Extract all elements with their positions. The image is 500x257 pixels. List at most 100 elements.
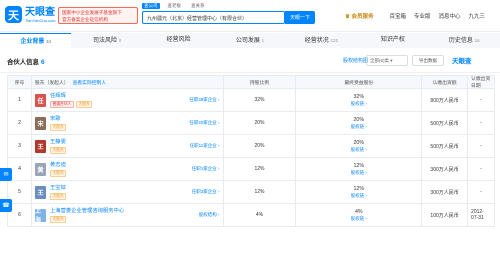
shareholder-cell: 王 王静雯 大股东 任职11家企业 › [32, 135, 224, 157]
subscribed-date: - [468, 158, 495, 180]
avatar[interactable]: 任 [34, 93, 46, 107]
benefit-cell: 12% 股权链 › [296, 181, 423, 203]
subscribed-amount: 300万人民币 [422, 181, 469, 203]
holding-ratio: 20% [224, 112, 297, 134]
subscribed-amount: 500万人民币 [422, 135, 469, 157]
search-tab-relation[interactable]: 查关系 [189, 3, 207, 9]
tab-legal-risk[interactable]: 司法风险 0 [71, 33, 142, 48]
avatar[interactable]: 宋 [34, 116, 46, 130]
related-companies-link[interactable]: 任职11家企业 › [190, 143, 220, 149]
benefit-cell: 12% 股权链 › [296, 158, 423, 180]
benefit-ratio: 32% [353, 93, 365, 100]
subscribed-date: - [468, 89, 495, 111]
equity-chain-link[interactable]: 股权链 › [351, 147, 367, 153]
export-button[interactable]: 导出数据 [412, 55, 444, 66]
holding-ratio: 32% [224, 89, 297, 111]
avatar[interactable]: 王 [34, 139, 46, 153]
holding-ratio: 12% [224, 181, 297, 203]
tab-development[interactable]: 公司发展 1 [214, 33, 285, 48]
subscribed-amount: 300万人民币 [422, 158, 469, 180]
avatar[interactable]: 上海 [34, 208, 46, 224]
partner-table: 序号 股东（发起人） 查看实际控制人 持股比例 最终受益股份 认缴出资额 认缴出资… [7, 75, 495, 227]
col-benefit: 最终受益股份 [296, 76, 423, 88]
app-link[interactable]: 百宝箱 [389, 12, 406, 20]
equity-chain-link[interactable]: 股权链 › [351, 216, 367, 222]
related-companies-link[interactable]: 任职20家企业 › [189, 120, 219, 126]
brand-watermark: 天眼查 [452, 58, 472, 65]
user-menu[interactable]: 九九三 [469, 12, 486, 20]
col-shareholder: 股东（发起人） 查看实际控制人 [31, 76, 224, 88]
top-header: 天 天眼查 TianYanCha.com 国家中小企业发展子基金旗下 官方备案企… [0, 0, 500, 32]
shareholder-name[interactable]: 王静雯 [50, 139, 68, 146]
equity-chain-link[interactable]: 股权链 › [351, 193, 367, 199]
table-header: 序号 股东（发起人） 查看实际控制人 持股比例 最终受益股份 认缴出资额 认缴出资… [8, 76, 495, 89]
shareholder-name[interactable]: 王宝铉 [50, 185, 68, 192]
equity-chart-link[interactable]: 股权结构图 [343, 57, 368, 64]
shareholder-name[interactable]: 宋歌 [50, 116, 68, 123]
subscribed-amount: 800万人民币 [422, 89, 469, 111]
shareholder-name[interactable]: 任辉辉 [50, 93, 94, 100]
benefit-ratio: 12% [353, 185, 365, 192]
table-row: 2 宋 宋歌 大股东 任职20家企业 › 20% 20% 股权链 › 500万人… [8, 112, 495, 135]
shareholder-tag: 大股东 [75, 100, 93, 108]
shareholder-cell: 宋 宋歌 大股东 任职20家企业 › [32, 112, 224, 134]
subscribed-amount: 500万人民币 [422, 112, 469, 134]
partner-section-header: 合伙人信息 6 股权结构图 全部(6)类 ▾ 导出数据 天眼查 [0, 49, 500, 73]
shareholder-name[interactable]: 黄志迪 [50, 162, 68, 169]
row-index: 2 [8, 112, 32, 134]
category-tabs: 企业背景 34 司法风险 0 经营风险 公司发展 1 经营状况 122 知识产权… [0, 33, 500, 48]
promo-line-1: 国家中小企业发展子基金旗下 [62, 10, 122, 15]
shareholder-name[interactable]: 上海营娄企业管理咨询服务中心 [50, 208, 124, 215]
benefit-ratio: 20% [353, 116, 365, 123]
benefit-cell: 4% 股权链 › [296, 204, 423, 226]
table-row: 5 王 王宝铉 大股东 任职3家企业 › 12% 12% 股权链 › 300万人… [8, 181, 495, 204]
shareholder-tag: 大股东 [49, 146, 67, 154]
shareholder-cell: 任 任辉辉 普通合伙人 大股东 任职38家企业 › [32, 89, 224, 111]
shareholder-tag: 大股东 [49, 169, 67, 177]
tab-history[interactable]: 历史信息 16 [429, 33, 500, 48]
top-nav: ♛ 会员服务 百宝箱 专业版 消息中心 九九三 [345, 12, 493, 20]
subscribed-date: - [468, 181, 495, 203]
feedback-icon[interactable]: ✉ [0, 168, 12, 181]
benefit-cell: 20% 股权链 › [296, 135, 423, 157]
table-row: 1 任 任辉辉 普通合伙人 大股东 任职38家企业 › 32% 32% 股权链 ›… [8, 89, 495, 112]
row-index: 1 [8, 89, 32, 111]
logo-subtext: TianYanCha.com [25, 17, 56, 23]
search-tab-company[interactable]: 查公司 [142, 3, 160, 9]
search-tab-boss[interactable]: 查老板 [166, 3, 184, 9]
shareholder-cell: 黄 黄志迪 大股东 任职1家企业 › [32, 158, 224, 180]
related-companies-link[interactable]: 任职38家企业 › [189, 97, 219, 103]
holding-ratio: 4% [224, 204, 297, 226]
search-input[interactable]: 九州疆元（北京）经营管理中心（有限合伙） [142, 11, 285, 24]
holding-ratio: 20% [224, 135, 297, 157]
actual-controller-link[interactable]: 查看实际控制人 [73, 79, 107, 86]
site-logo[interactable]: 天 天眼查 TianYanCha.com [5, 6, 55, 23]
service-icon[interactable]: ☎ [0, 199, 12, 212]
benefit-cell: 20% 股权链 › [296, 112, 423, 134]
avatar[interactable]: 王 [34, 185, 46, 199]
equity-chain-link[interactable]: 股权链 › [351, 124, 367, 130]
subscribed-amount: 100万人民币 [422, 204, 469, 226]
logo-icon: 天 [5, 6, 22, 23]
pro-link[interactable]: 专业版 [414, 12, 431, 20]
search-button[interactable]: 天眼一下 [285, 11, 315, 24]
equity-chain-link[interactable]: 股权链 › [351, 170, 367, 176]
tab-business-risk[interactable]: 经营风险 [143, 33, 214, 48]
tab-intellectual-property[interactable]: 知识产权 [357, 33, 428, 48]
logo-text: 天眼查 [25, 6, 55, 18]
tab-company-background[interactable]: 企业背景 34 [0, 33, 72, 48]
messages-link[interactable]: 消息中心 [439, 12, 461, 20]
equity-chain-link[interactable]: 股权链 › [351, 101, 367, 107]
related-companies-link[interactable]: 任职1家企业 › [192, 166, 220, 172]
avatar[interactable]: 黄 [34, 162, 46, 176]
tab-operating-status[interactable]: 经营状况 122 [286, 33, 357, 48]
related-companies-link[interactable]: 任职3家企业 › [192, 189, 220, 195]
promo-banner[interactable]: 国家中小企业发展子基金旗下 官方备案企业征信机构 [58, 7, 138, 24]
col-ratio: 持股比例 [223, 76, 297, 88]
filter-select[interactable]: 全部(6)类 ▾ [366, 55, 408, 66]
col-amount: 认缴出资额 [422, 76, 469, 88]
related-companies-link[interactable]: 股权结构 › [199, 212, 220, 218]
search-type-tabs: 查公司 查老板 查关系 [142, 3, 213, 9]
vip-link[interactable]: ♛ 会员服务 [345, 12, 381, 20]
vip-label: 会员服务 [351, 14, 374, 20]
